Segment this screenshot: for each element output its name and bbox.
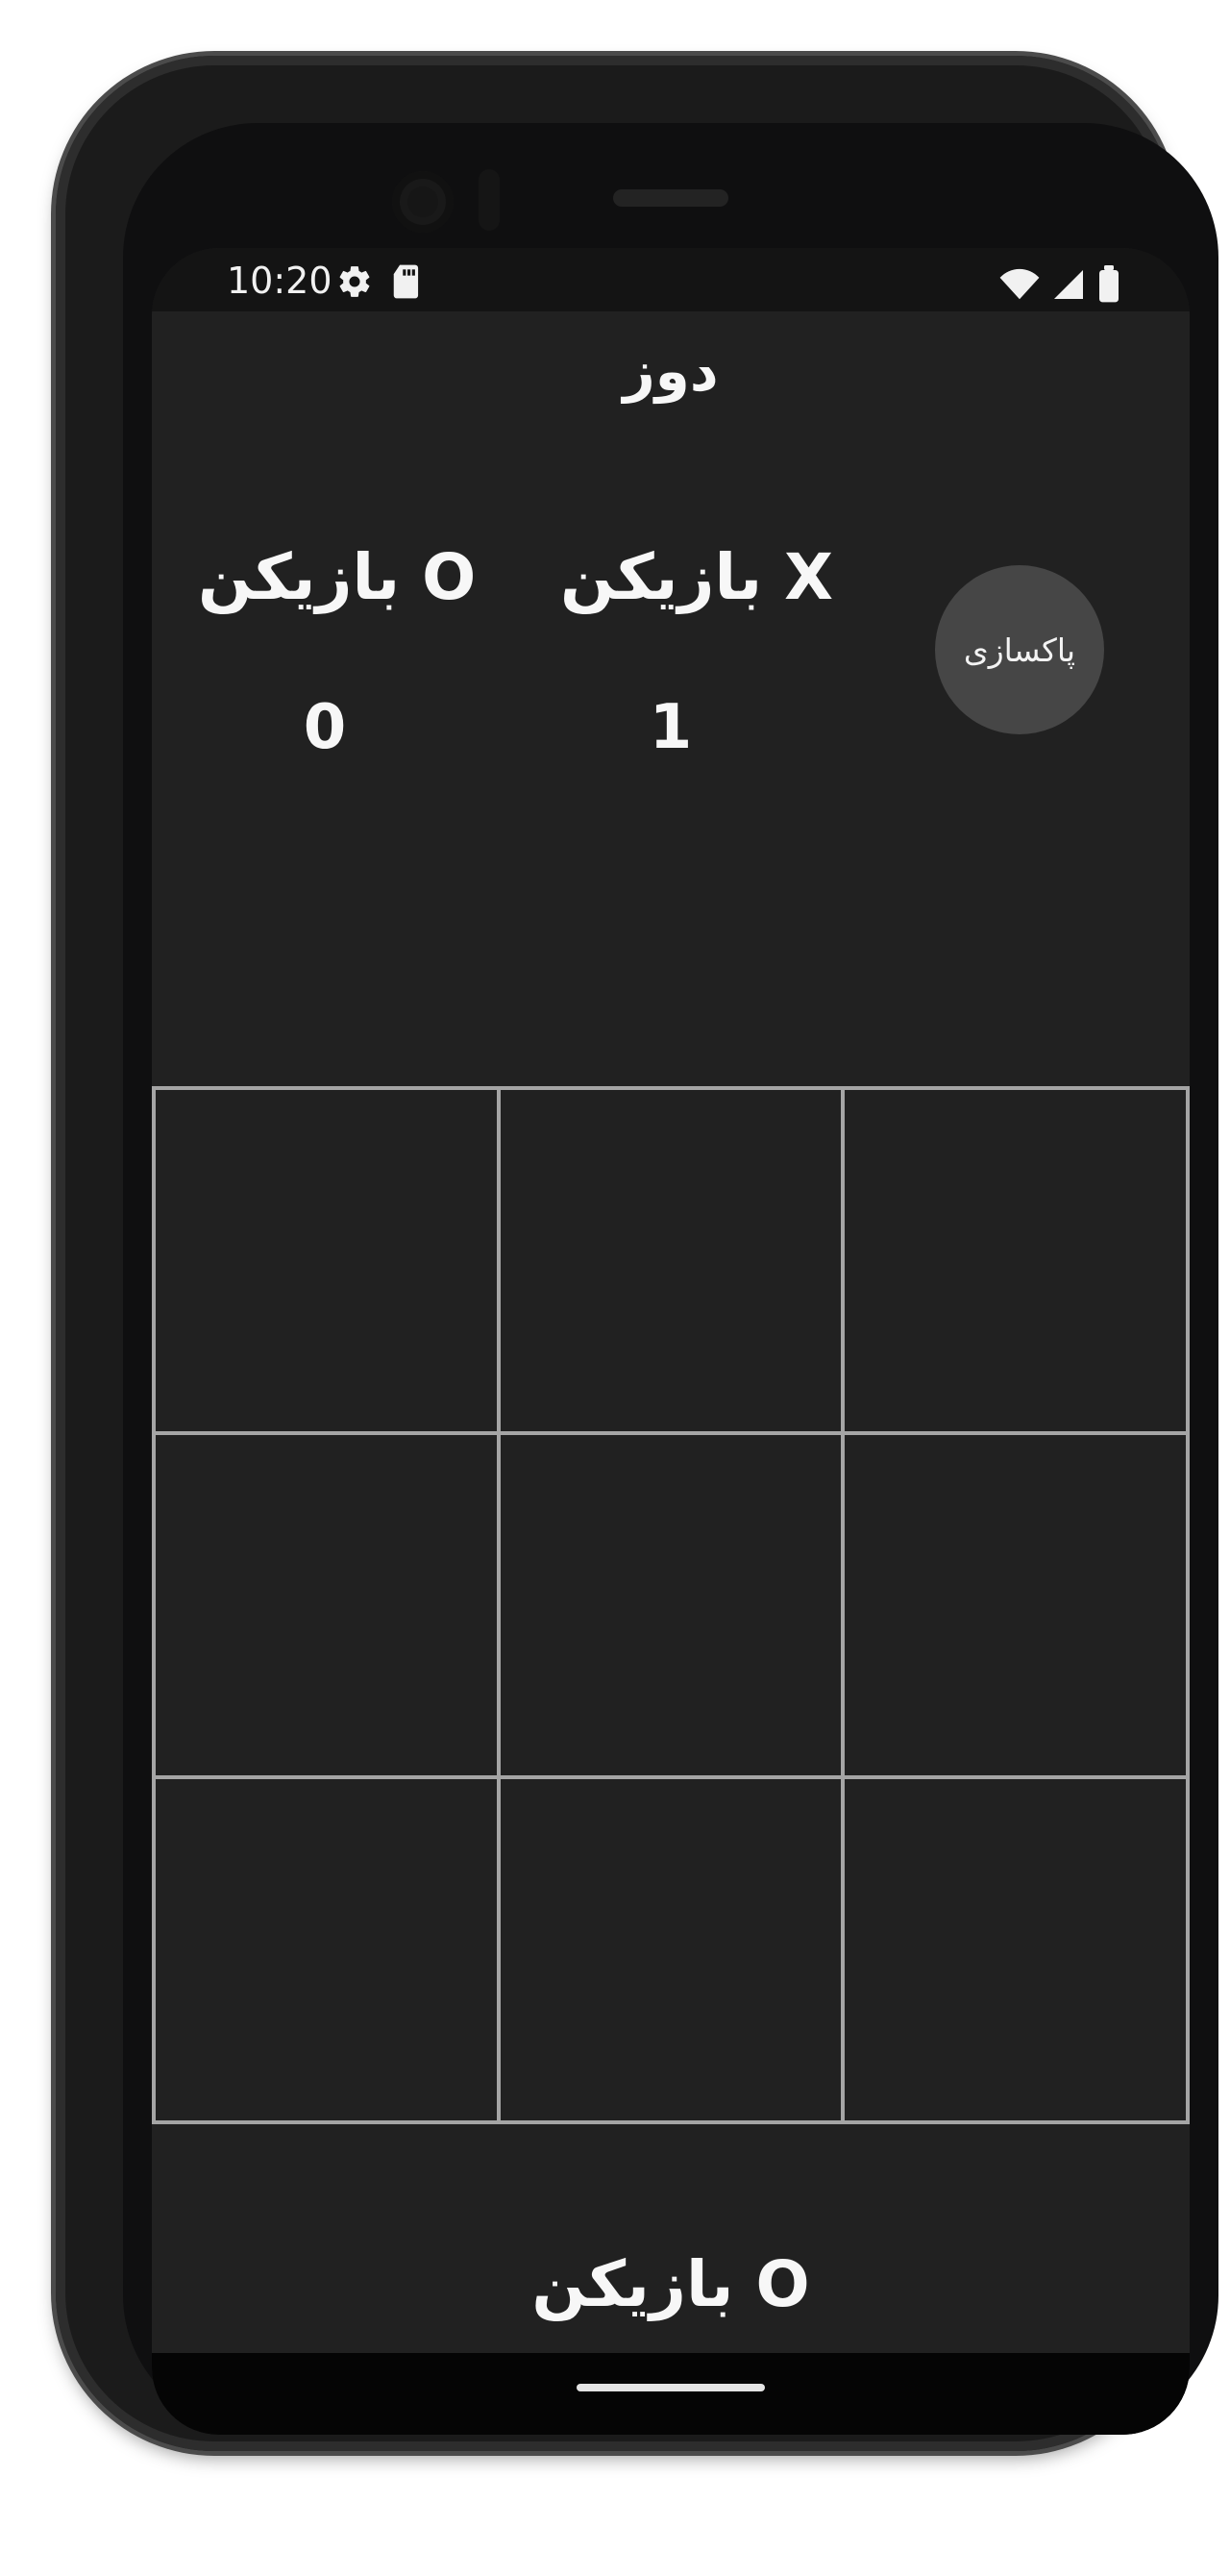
player-x-label: بازیکن X	[560, 540, 833, 614]
phone-frame: 10:20 دوز بازیکن O بازیکن X 0 1 پاکسازی …	[56, 56, 1218, 2451]
front-camera	[392, 171, 454, 233]
board-cell-1[interactable]	[156, 1090, 501, 1435]
status-bar: 10:20	[152, 248, 1190, 311]
board-cell-4[interactable]	[156, 1434, 501, 1780]
status-right-icons	[999, 265, 1120, 304]
board-cell-9[interactable]	[845, 1779, 1190, 2124]
navigation-bar	[152, 2353, 1190, 2435]
phone-screen: 10:20 دوز بازیکن O بازیکن X 0 1 پاکسازی …	[152, 248, 1190, 2435]
board-cell-7[interactable]	[156, 1779, 501, 2124]
earpiece-speaker	[613, 189, 728, 207]
signal-icon	[1051, 267, 1086, 302]
game-board	[152, 1086, 1190, 2124]
board-cell-6[interactable]	[845, 1434, 1190, 1780]
app-title: دوز	[623, 338, 719, 404]
wifi-icon	[999, 268, 1040, 301]
settings-icon	[336, 263, 373, 300]
board-cell-8[interactable]	[500, 1779, 846, 2124]
player-o-label: بازیکن O	[198, 540, 477, 614]
tic-tac-toe-app: دوز بازیکن O بازیکن X 0 1 پاکسازی بازیکن…	[152, 311, 1190, 2435]
sd-card-icon	[392, 263, 423, 300]
status-left-icons	[336, 263, 423, 300]
status-time: 10:20	[227, 260, 332, 302]
camera-sensor	[479, 169, 500, 231]
player-o-score: 0	[303, 692, 347, 763]
battery-icon	[1097, 265, 1120, 304]
board-cell-3[interactable]	[845, 1090, 1190, 1435]
home-indicator[interactable]	[577, 2384, 765, 2391]
player-x-score: 1	[649, 692, 693, 763]
board-cell-5[interactable]	[500, 1434, 846, 1780]
reset-button[interactable]: پاکسازی	[935, 565, 1104, 734]
current-turn-text: بازیکن O	[531, 2247, 810, 2321]
board-cell-2[interactable]	[500, 1090, 846, 1435]
